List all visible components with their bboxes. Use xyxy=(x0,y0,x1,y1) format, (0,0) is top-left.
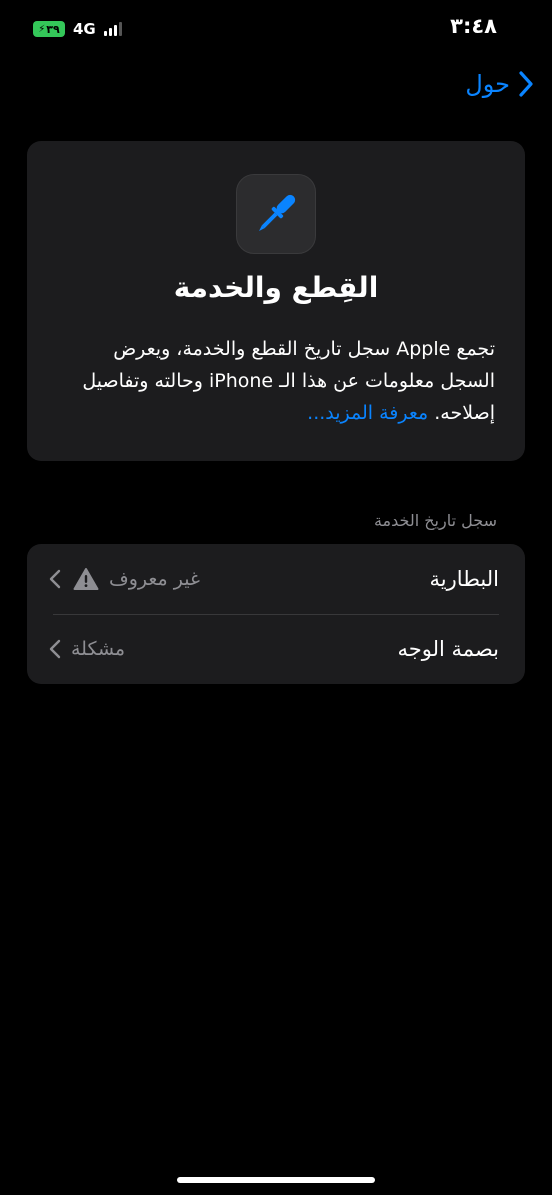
card-description: تجمع Apple سجل تاريخ القطع والخدمة، ويعر… xyxy=(57,333,495,429)
back-button-label: حول xyxy=(465,70,510,98)
screwdriver-icon xyxy=(236,174,316,254)
status-bar: ⚡ ٣٩ 4G ٣:٤٨ xyxy=(0,0,552,60)
list-item-face-id[interactable]: بصمة الوجه مشكلة xyxy=(27,614,525,684)
cellular-signal-icon xyxy=(103,22,122,36)
chevron-left-icon xyxy=(49,569,61,589)
battery-indicator: ⚡ ٣٩ xyxy=(33,21,65,37)
service-history-list: البطارية غير معروف بصمة الوجه مشكلة xyxy=(27,544,525,684)
list-item-title: البطارية xyxy=(429,567,499,591)
back-button[interactable]: حول xyxy=(465,70,534,98)
status-time: ٣:٤٨ xyxy=(450,14,497,38)
battery-level: ٣٩ xyxy=(46,22,60,36)
list-item-battery[interactable]: البطارية غير معروف xyxy=(27,544,525,614)
card-title: القِطع والخدمة xyxy=(173,271,379,304)
learn-more-link[interactable]: معرفة المزيد... xyxy=(307,402,428,424)
list-item-value: مشكلة xyxy=(71,638,126,660)
warning-triangle-icon xyxy=(73,567,99,591)
status-indicators: ⚡ ٣٩ 4G xyxy=(33,20,122,38)
chevron-left-icon xyxy=(49,639,61,659)
chevron-right-icon xyxy=(519,71,533,97)
list-item-value: غير معروف xyxy=(109,568,200,590)
service-history-header: سجل تاريخ الخدمة xyxy=(373,511,497,530)
charging-bolt-icon: ⚡ xyxy=(38,23,46,35)
network-type: 4G xyxy=(73,20,96,38)
list-item-title: بصمة الوجه xyxy=(397,637,499,661)
screen: ⚡ ٣٩ 4G ٣:٤٨ حول القِطع والخدمة تجمع App… xyxy=(0,0,552,1195)
parts-service-info-card: القِطع والخدمة تجمع Apple سجل تاريخ القط… xyxy=(27,141,525,461)
home-indicator[interactable] xyxy=(177,1177,375,1183)
card-description-text: تجمع Apple سجل تاريخ القطع والخدمة، ويعر… xyxy=(82,338,495,424)
